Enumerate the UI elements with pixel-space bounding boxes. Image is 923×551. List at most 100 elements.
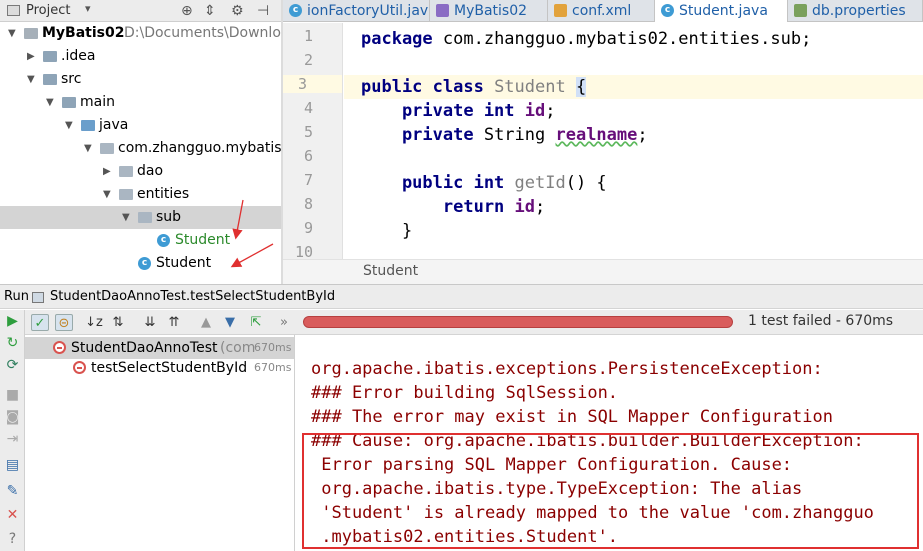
class-icon: c [289, 4, 302, 17]
test-class-label: StudentDaoAnnoTest [71, 340, 218, 356]
console-line: 'Student' is already mapped to the value… [311, 503, 874, 523]
editor-tab-bar: c ionFactoryUtil.java MyBatis02 conf.xml c St… [283, 0, 923, 22]
line-number: 4 [303, 99, 313, 117]
tree-item[interactable]: ▼ entities [0, 183, 281, 206]
run-title[interactable]: Run [4, 289, 29, 304]
sort-alpha-icon[interactable]: ↓z [85, 314, 103, 331]
stop-icon[interactable]: ■ [5, 388, 20, 403]
chevron-down-icon[interactable]: ▼ [122, 213, 132, 223]
hide-icon[interactable]: ⊣ [257, 0, 269, 22]
code-line-4: private int id; [361, 101, 556, 121]
breadcrumb-item[interactable]: Student [363, 263, 418, 279]
tree-item[interactable]: ▼ java [0, 114, 281, 137]
chevron-down-icon[interactable]: ▼ [46, 98, 56, 108]
exit-icon[interactable]: ⇥ [5, 432, 20, 447]
test-status-text: 1 test failed - 670ms [748, 313, 894, 329]
tree-item-label: entities [137, 186, 190, 202]
test-runner-toolbar: ✓ ⊝ ↓z ⇅ ⇊ ⇈ ▲ ▼ ⇱ » [25, 310, 295, 335]
editor-tab-label: MyBatis02 [454, 3, 528, 19]
code-line-7: public int getId() { [361, 173, 607, 193]
tree-item-path: D:\Documents\Downlo [124, 25, 281, 41]
code-line-5: private String realname; [361, 125, 648, 145]
package-icon [100, 143, 114, 154]
editor-tab[interactable]: c Student.java [655, 0, 788, 22]
chevron-down-icon[interactable]: ▼ [84, 144, 94, 154]
code-line-1: package com.zhangguo.mybatis02.entities.… [361, 29, 812, 49]
chevron-down-icon[interactable]: ▼ [103, 190, 113, 200]
tree-item[interactable]: ▶ .idea [0, 45, 281, 68]
chevron-down-icon[interactable]: ▼ [27, 75, 37, 85]
folder-icon [43, 51, 57, 62]
test-class-row[interactable]: StudentDaoAnnoTest (com 670ms [25, 337, 294, 359]
run-config-tab[interactable]: StudentDaoAnnoTest.testSelectStudentById [50, 289, 335, 304]
folder-icon [62, 97, 76, 108]
console-line: org.apache.ibatis.type.TypeException: Th… [311, 479, 803, 499]
chevron-right-icon[interactable]: ▶ [103, 167, 113, 177]
module-icon [436, 4, 449, 17]
line-number: 2 [303, 51, 313, 69]
project-view-icon [7, 5, 20, 16]
class-icon: c [661, 4, 674, 17]
test-class-package: (com [220, 340, 256, 356]
editor-tab-label: db.properties [812, 3, 906, 19]
console-line: Error parsing SQL Mapper Configuration. … [311, 455, 793, 475]
line-number: 5 [303, 123, 313, 141]
more-icon[interactable]: » [275, 314, 293, 331]
tree-item[interactable]: c Student [0, 252, 281, 275]
tree-item[interactable]: ▼ src [0, 68, 281, 91]
test-failed-icon [73, 361, 86, 374]
tree-item[interactable]: ▼ main [0, 91, 281, 114]
editor-tab-label: conf.xml [572, 3, 632, 19]
test-method-row[interactable]: testSelectStudentById 670ms [25, 357, 294, 379]
run-tool-window-header: Run StudentDaoAnnoTest.testSelectStudent… [0, 284, 923, 309]
tree-item-label: .idea [61, 48, 96, 64]
gear-icon[interactable]: ⚙ [231, 0, 244, 22]
collapse-all-icon[interactable]: ⇈ [165, 314, 183, 331]
collapse-all-icon[interactable]: ⇕ [204, 0, 216, 22]
rerun-icon[interactable]: ▶ [5, 314, 20, 329]
console-line: ### Error building SqlSession. [311, 383, 619, 403]
tree-item[interactable]: c Student [0, 229, 281, 252]
code-editor[interactable]: package com.zhangguo.mybatis02.entities.… [344, 23, 923, 259]
console-line: .mybatis02.entities.Student'. [311, 527, 619, 547]
chevron-right-icon[interactable]: ▶ [27, 52, 37, 62]
console-line: ### The error may exist in SQL Mapper Co… [311, 407, 833, 427]
chevron-down-icon[interactable]: ▾ [85, 2, 91, 15]
tree-item[interactable]: ▼ MyBatis02 D:\Documents\Downlo [0, 22, 281, 45]
line-number: 1 [303, 27, 313, 45]
editor-tab[interactable]: conf.xml [548, 0, 655, 22]
export-icon[interactable]: ⇱ [247, 314, 265, 331]
layout-icon[interactable]: ▤ [5, 458, 20, 473]
rerun-failed-icon[interactable]: ↻ [5, 336, 20, 351]
project-title[interactable]: Project [26, 3, 70, 18]
chevron-down-icon[interactable]: ▼ [65, 121, 75, 131]
show-ignored-icon[interactable]: ⊝ [55, 314, 73, 331]
tree-item[interactable]: ▶ dao [0, 160, 281, 183]
tree-item[interactable]: ▼ sub [0, 206, 281, 229]
editor-tab[interactable]: c ionFactoryUtil.java [283, 0, 430, 22]
console-output[interactable]: org.apache.ibatis.exceptions.Persistence… [296, 335, 923, 551]
source-folder-icon [81, 120, 95, 131]
code-line-8: return id; [361, 197, 546, 217]
editor-tab-label: Student.java [679, 3, 768, 19]
expand-all-icon[interactable]: ⇊ [141, 314, 159, 331]
line-number: 6 [303, 147, 313, 165]
show-passed-icon[interactable]: ✓ [31, 314, 49, 331]
pin-icon[interactable]: ✎ [5, 484, 20, 499]
add-icon[interactable]: ⊕ [181, 0, 193, 22]
snapshot-icon[interactable]: ◙ [5, 410, 20, 425]
project-tree: ▼ MyBatis02 D:\Documents\Downlo ▶ .idea ▼ src ▼… [0, 22, 281, 284]
sort-duration-icon[interactable]: ⇅ [109, 314, 127, 331]
next-failed-icon[interactable]: ▼ [221, 314, 239, 331]
tree-item[interactable]: ▼ com.zhangguo.mybatis0 [0, 137, 281, 160]
editor-tab[interactable]: db.properties [788, 0, 923, 22]
chevron-down-icon[interactable]: ▼ [8, 29, 18, 39]
close-icon[interactable]: ✕ [5, 508, 20, 523]
line-number: 8 [303, 195, 313, 213]
help-icon[interactable]: ? [5, 532, 20, 547]
tree-item-label: Student [156, 255, 212, 271]
editor-tab[interactable]: MyBatis02 [430, 0, 548, 22]
prev-failed-icon[interactable]: ▲ [197, 314, 215, 331]
toggle-autotest-icon[interactable]: ⟳ [5, 358, 20, 373]
code-line-3: public class Student { [344, 75, 923, 99]
